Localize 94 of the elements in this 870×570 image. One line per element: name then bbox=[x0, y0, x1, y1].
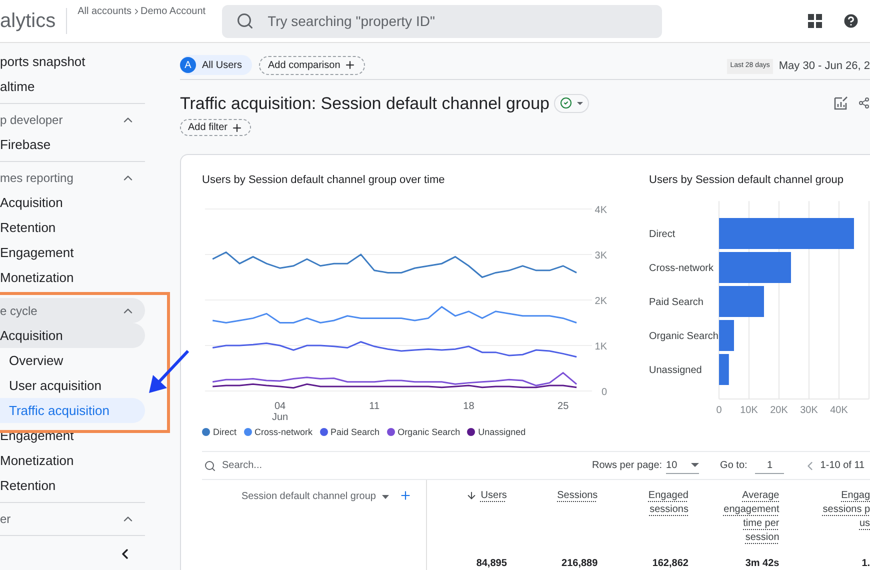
sidebar-item[interactable]: altime bbox=[0, 74, 145, 99]
axis-label: 11 bbox=[369, 400, 380, 412]
check-circle-icon bbox=[560, 97, 572, 110]
table-cell-text: 3m 42s bbox=[745, 557, 780, 570]
category-label: Organic Search bbox=[649, 330, 718, 342]
category-label: Paid Search bbox=[649, 296, 704, 308]
section-header[interactable]: er bbox=[0, 506, 145, 531]
caret-down-icon bbox=[691, 463, 700, 467]
sidebar-item[interactable]: Acquisition bbox=[0, 323, 145, 348]
status-dropdown[interactable] bbox=[554, 94, 589, 113]
sidebar-item[interactable]: Monetization bbox=[0, 265, 145, 290]
date-range[interactable]: May 30 - Jun 26, 2 bbox=[778, 58, 870, 74]
bar bbox=[719, 320, 734, 350]
axis-label: 2K bbox=[594, 296, 607, 306]
rows-per-page-select[interactable]: 10 bbox=[666, 458, 700, 474]
sidebar-item[interactable]: Overview bbox=[0, 348, 145, 373]
column-header[interactable]: Sessions bbox=[557, 480, 598, 555]
search-input[interactable]: Try searching "property ID" bbox=[268, 10, 648, 32]
breadcrumb-link[interactable]: Demo Account bbox=[140, 4, 206, 19]
goto-label: Go to: bbox=[720, 459, 748, 473]
axis-label: 30K bbox=[800, 404, 818, 416]
legend-label: Direct bbox=[213, 426, 237, 438]
rows-per-page-label: Rows per page: bbox=[592, 459, 662, 473]
sidebar-item[interactable]: Engagement bbox=[0, 240, 145, 265]
caret-down-icon bbox=[382, 494, 389, 498]
legend-label: Organic Search bbox=[398, 426, 460, 439]
table-cell-text: 216,889 bbox=[562, 557, 598, 570]
category-label: Unassigned bbox=[649, 364, 702, 376]
axis-label: 18 bbox=[463, 400, 474, 412]
axis-label: 04 Jun bbox=[272, 400, 288, 422]
category-label: Direct bbox=[649, 228, 676, 240]
table-cell-text: 84,895 bbox=[476, 557, 507, 570]
chart-title: Users by Session default channel group bbox=[649, 173, 844, 188]
column-header[interactable]: Average engagement time per session bbox=[724, 480, 780, 555]
goto-field[interactable]: 1 bbox=[755, 458, 784, 474]
breadcrumb-link[interactable]: All accounts bbox=[78, 4, 132, 19]
pointer-arrow bbox=[147, 348, 191, 396]
axis-label: 40K bbox=[830, 404, 848, 416]
sidebar-item[interactable]: Monetization bbox=[0, 448, 145, 473]
axis-label: 0 bbox=[716, 404, 722, 416]
plus-icon bbox=[231, 122, 244, 134]
add-comparison-button[interactable]: Add comparison bbox=[259, 56, 366, 74]
sidebar-item[interactable]: Acquisition bbox=[0, 190, 145, 215]
share-icon[interactable] bbox=[858, 97, 870, 110]
section-header[interactable]: mes reporting bbox=[0, 165, 145, 190]
table-search-field[interactable]: Search... bbox=[202, 458, 592, 472]
product-name: alytics bbox=[0, 9, 56, 33]
bar bbox=[719, 286, 764, 316]
chart-title: Users by Session default channel group over time bbox=[202, 173, 446, 188]
segment-chip[interactable]: A All Users bbox=[180, 55, 252, 75]
help-icon[interactable] bbox=[842, 12, 860, 30]
search-icon bbox=[204, 460, 216, 472]
category-label: Cross-network bbox=[649, 262, 714, 274]
legend-label: Unassigned bbox=[478, 426, 526, 439]
dimension-header[interactable]: Session default channel group bbox=[241, 489, 389, 504]
sort-arrow-icon bbox=[466, 490, 477, 501]
search-bar[interactable]: Try searching "property ID" bbox=[222, 4, 662, 38]
column-header[interactable]: Engaged sessions bbox=[648, 480, 688, 555]
axis-label: 4K bbox=[594, 204, 607, 216]
axis-label: 20K bbox=[770, 404, 788, 416]
sidebar-item[interactable]: Engagement bbox=[0, 423, 145, 448]
segment-label: All Users bbox=[202, 58, 242, 72]
sidebar-item[interactable]: Retention bbox=[0, 473, 145, 498]
search-icon bbox=[236, 12, 254, 30]
caret-down-icon bbox=[576, 102, 583, 105]
table-cell-text: 162,862 bbox=[652, 557, 688, 570]
sidebar-item[interactable]: Retention bbox=[0, 215, 145, 240]
column-header[interactable]: Engag sessions p us bbox=[822, 480, 870, 555]
edit-chart-icon[interactable] bbox=[834, 96, 848, 110]
axis-label: 3K bbox=[594, 250, 607, 261]
section-header[interactable]: p developer bbox=[0, 107, 145, 132]
table-search-input[interactable]: Search... bbox=[222, 458, 422, 472]
apps-grid-icon[interactable] bbox=[808, 14, 822, 28]
bar bbox=[719, 252, 791, 282]
plus-icon bbox=[344, 59, 356, 71]
table-cell-text: 1. bbox=[862, 557, 870, 570]
column-header[interactable]: Users bbox=[466, 480, 507, 555]
section-header[interactable]: e cycle bbox=[0, 298, 145, 323]
sidebar-item[interactable]: Traffic acquisition bbox=[0, 398, 145, 423]
add-dimension-icon[interactable] bbox=[398, 489, 412, 502]
axis-label: 0 bbox=[601, 386, 607, 398]
legend-label: Cross-network bbox=[254, 426, 313, 438]
axis-label: 10K bbox=[740, 404, 758, 416]
axis-label: 1K bbox=[594, 341, 607, 352]
bar bbox=[719, 354, 729, 384]
report-title: Traffic acquisition: Session default channel group bbox=[180, 92, 550, 114]
page-range: 1-10 of 11 bbox=[820, 459, 865, 473]
sidebar-item[interactable]: ports snapshot bbox=[0, 49, 145, 74]
add-filter-button[interactable]: Add filter bbox=[180, 119, 252, 136]
axis-label: 25 bbox=[558, 400, 569, 412]
sidebar-item[interactable]: Firebase bbox=[0, 132, 145, 157]
sidebar-item[interactable]: User acquisition bbox=[0, 373, 145, 398]
legend-label: Paid Search bbox=[330, 426, 380, 438]
avatar: A bbox=[180, 57, 196, 73]
